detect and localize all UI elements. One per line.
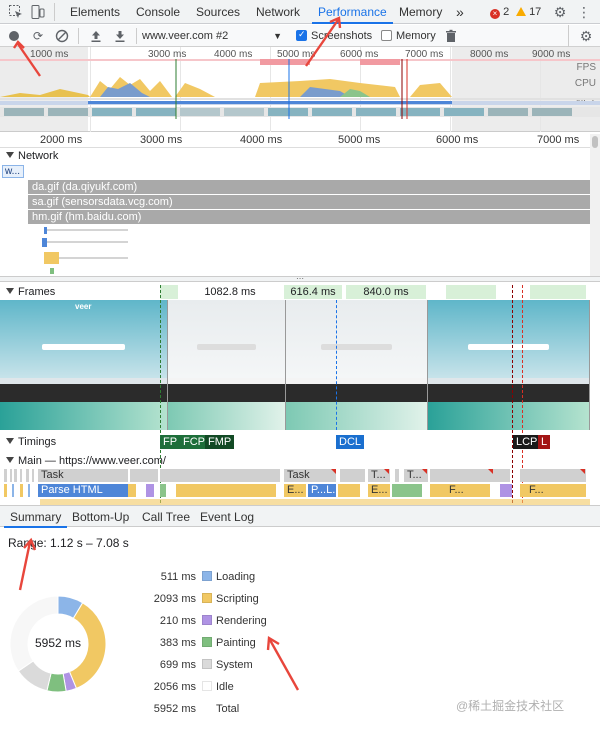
annotation-arrows: [13, 16, 342, 691]
performance-panel: Elements Console Sources Network Perform…: [0, 0, 600, 732]
